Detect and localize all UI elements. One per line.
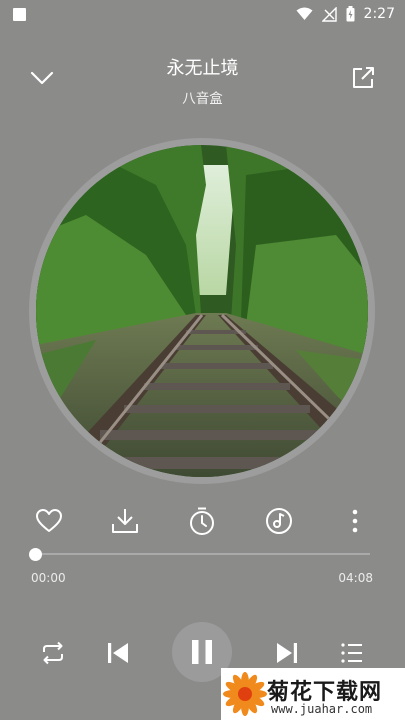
no-signal-icon bbox=[321, 6, 337, 22]
heart-icon[interactable] bbox=[34, 506, 64, 536]
more-vertical-icon[interactable] bbox=[340, 506, 370, 536]
notification-square-icon bbox=[13, 8, 26, 21]
watermark-url: www.juahar.com bbox=[271, 702, 373, 716]
playlist-icon[interactable] bbox=[340, 641, 364, 665]
artist-name: 八音盒 bbox=[182, 91, 223, 107]
current-time: 00:00 bbox=[31, 571, 66, 585]
status-bar: 2:27 bbox=[0, 0, 405, 28]
repeat-icon[interactable] bbox=[39, 639, 67, 667]
music-effect-icon[interactable] bbox=[264, 506, 294, 536]
watermark-banner: 菊花下载网 www.juahar.com bbox=[221, 668, 405, 720]
download-icon[interactable] bbox=[110, 506, 140, 536]
railway-forest-artwork[interactable] bbox=[36, 145, 368, 477]
wifi-icon bbox=[296, 7, 313, 20]
progress-bar[interactable] bbox=[35, 553, 370, 555]
chrysanthemum-logo-icon bbox=[223, 672, 267, 716]
total-time: 04:08 bbox=[338, 571, 373, 585]
battery-charging-icon bbox=[346, 6, 355, 22]
timer-icon[interactable] bbox=[187, 506, 217, 536]
status-icons: 2:27 bbox=[296, 4, 395, 24]
status-time: 2:27 bbox=[363, 6, 395, 22]
music-player-screen: 2:27 永无止境 八音盒 00:00 04:08 菊花下载网 www.juah… bbox=[0, 0, 405, 720]
song-title: 永无止境 bbox=[166, 58, 239, 79]
progress-thumb[interactable] bbox=[29, 548, 42, 561]
pause-icon bbox=[192, 640, 212, 664]
open-external-icon[interactable] bbox=[349, 64, 377, 92]
skip-previous-icon[interactable] bbox=[105, 640, 131, 666]
skip-next-icon[interactable] bbox=[274, 640, 300, 666]
action-row bbox=[0, 506, 405, 536]
